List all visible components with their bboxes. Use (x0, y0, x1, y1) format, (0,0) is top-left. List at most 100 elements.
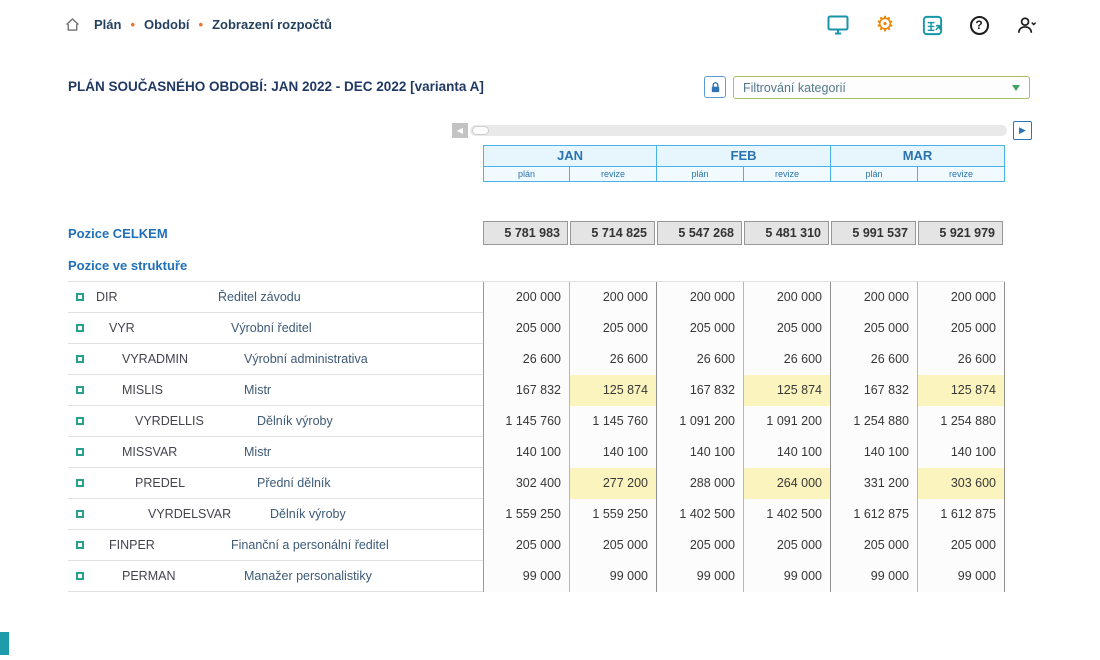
row-checkbox-icon[interactable] (76, 448, 84, 456)
row-name: Výrobní administrativa (244, 352, 368, 366)
value-cell[interactable]: 1 559 250 (570, 499, 657, 530)
month-column-jan: JAN plán revize (483, 145, 657, 182)
value-cell[interactable]: 140 100 (570, 437, 657, 468)
value-cell[interactable]: 26 600 (918, 344, 1005, 375)
value-cell[interactable]: 200 000 (570, 282, 657, 313)
lock-filter-button[interactable] (704, 76, 726, 98)
value-cell[interactable]: 200 000 (831, 282, 918, 313)
value-cell[interactable]: 205 000 (570, 313, 657, 344)
subcol-revize: revize (570, 166, 657, 182)
value-cell[interactable]: 167 832 (657, 375, 744, 406)
value-cell[interactable]: 205 000 (483, 313, 570, 344)
row-name: Dělník výroby (257, 414, 333, 428)
value-cell[interactable]: 205 000 (918, 313, 1005, 344)
value-cell[interactable]: 99 000 (483, 561, 570, 592)
value-cell[interactable]: 1 091 200 (744, 406, 831, 437)
row-checkbox-icon[interactable] (76, 324, 84, 332)
row-checkbox-icon[interactable] (76, 386, 84, 394)
scroll-right-button[interactable]: ▶ (1013, 121, 1032, 140)
row-checkbox-icon[interactable] (76, 479, 84, 487)
value-cell[interactable]: 1 145 760 (570, 406, 657, 437)
value-cell[interactable]: 205 000 (918, 530, 1005, 561)
value-cell[interactable]: 1 612 875 (918, 499, 1005, 530)
row-name: Mistr (244, 445, 271, 459)
value-cell[interactable]: 26 600 (831, 344, 918, 375)
row-checkbox-icon[interactable] (76, 510, 84, 518)
value-cell[interactable]: 99 000 (831, 561, 918, 592)
row-checkbox-icon[interactable] (76, 417, 84, 425)
value-cell[interactable]: 140 100 (831, 437, 918, 468)
value-cell[interactable]: 1 559 250 (483, 499, 570, 530)
value-cell[interactable]: 26 600 (570, 344, 657, 375)
value-cell[interactable]: 1 402 500 (657, 499, 744, 530)
value-cell[interactable]: 99 000 (744, 561, 831, 592)
home-icon[interactable] (64, 16, 81, 33)
value-cell[interactable]: 26 600 (744, 344, 831, 375)
value-cell[interactable]: 1 254 880 (918, 406, 1005, 437)
breadcrumb-item-obdobi[interactable]: Období (144, 17, 190, 32)
value-cell[interactable]: 205 000 (744, 530, 831, 561)
value-cell[interactable]: 140 100 (918, 437, 1005, 468)
value-cell[interactable]: 205 000 (831, 313, 918, 344)
value-cell[interactable]: 288 000 (657, 468, 744, 499)
value-cell[interactable]: 140 100 (657, 437, 744, 468)
value-cell[interactable]: 1 091 200 (657, 406, 744, 437)
toolbar-icons: ⚙ ? (826, 13, 1038, 37)
user-menu-icon[interactable] (1014, 13, 1038, 37)
value-cell[interactable]: 331 200 (831, 468, 918, 499)
value-cell[interactable]: 264 000 (744, 468, 831, 499)
months-scrollbar-track[interactable] (470, 125, 1007, 136)
row-name: Dělník výroby (270, 507, 346, 521)
scroll-left-button[interactable]: ◀ (452, 123, 468, 138)
value-cell[interactable]: 277 200 (570, 468, 657, 499)
value-cell[interactable]: 303 600 (918, 468, 1005, 499)
value-cell[interactable]: 205 000 (657, 530, 744, 561)
value-cell[interactable]: 26 600 (483, 344, 570, 375)
value-cell[interactable]: 200 000 (918, 282, 1005, 313)
value-cell[interactable]: 1 612 875 (831, 499, 918, 530)
export-excel-icon[interactable] (920, 13, 944, 37)
value-cell[interactable]: 205 000 (744, 313, 831, 344)
value-cell[interactable]: 99 000 (657, 561, 744, 592)
value-cell[interactable]: 125 874 (570, 375, 657, 406)
value-cell[interactable]: 167 832 (831, 375, 918, 406)
total-row-cells: 5 781 983 5 714 825 5 547 268 5 481 310 … (483, 221, 1005, 245)
value-cell[interactable]: 205 000 (831, 530, 918, 561)
value-cell[interactable]: 140 100 (483, 437, 570, 468)
month-header: FEB (657, 145, 831, 166)
total-cell: 5 714 825 (570, 221, 655, 245)
value-cell[interactable]: 200 000 (483, 282, 570, 313)
value-cell[interactable]: 200 000 (657, 282, 744, 313)
value-cell[interactable]: 1 145 760 (483, 406, 570, 437)
value-cell[interactable]: 26 600 (657, 344, 744, 375)
settings-gear-icon[interactable]: ⚙ (873, 13, 897, 37)
table-row: FINPERFinanční a personální ředitel205 0… (68, 530, 1005, 561)
value-cell[interactable]: 200 000 (744, 282, 831, 313)
value-cell[interactable]: 205 000 (483, 530, 570, 561)
value-cell[interactable]: 1 254 880 (831, 406, 918, 437)
months-scrollbar-thumb[interactable] (472, 126, 489, 135)
value-cell[interactable]: 99 000 (570, 561, 657, 592)
breadcrumb-item-zobrazeni-rozpoctu[interactable]: Zobrazení rozpočtů (212, 17, 332, 32)
monitor-icon[interactable] (826, 13, 850, 37)
value-cell[interactable]: 125 874 (744, 375, 831, 406)
table-row: VYRVýrobní ředitel205 000205 000205 0002… (68, 313, 1005, 344)
value-cell[interactable]: 302 400 (483, 468, 570, 499)
category-filter-dropdown[interactable]: Filtrování kategorií (733, 76, 1030, 99)
row-checkbox-icon[interactable] (76, 541, 84, 549)
row-checkbox-icon[interactable] (76, 293, 84, 301)
value-cell[interactable]: 167 832 (483, 375, 570, 406)
row-name: Přední dělník (257, 476, 331, 490)
value-cell[interactable]: 1 402 500 (744, 499, 831, 530)
value-cell[interactable]: 205 000 (657, 313, 744, 344)
breadcrumb-item-plan[interactable]: Plán (94, 17, 121, 32)
row-label-cell: VYRDELLISDělník výroby (68, 406, 483, 436)
value-cell[interactable]: 125 874 (918, 375, 1005, 406)
row-checkbox-icon[interactable] (76, 572, 84, 580)
value-cell[interactable]: 140 100 (744, 437, 831, 468)
value-cell[interactable]: 205 000 (570, 530, 657, 561)
help-icon[interactable]: ? (967, 13, 991, 37)
chevron-down-icon (1012, 85, 1020, 91)
value-cell[interactable]: 99 000 (918, 561, 1005, 592)
row-checkbox-icon[interactable] (76, 355, 84, 363)
